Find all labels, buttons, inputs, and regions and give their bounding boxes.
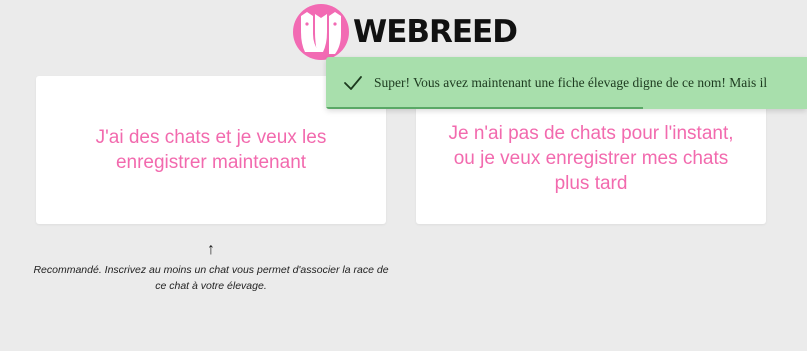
register-cats-later-label: Je n'ai pas de chats pour l'instant, ou … bbox=[448, 122, 734, 194]
recommendation-note: Recommandé. Inscrivez au moins un chat v… bbox=[33, 264, 389, 292]
arrow-up-icon: ↑ bbox=[207, 241, 215, 258]
toast-message: Super! Vous avez maintenant une fiche él… bbox=[374, 75, 768, 90]
logo[interactable]: WEBREED bbox=[293, 4, 518, 60]
logo-text: WEBREED bbox=[353, 14, 518, 50]
success-toast[interactable]: Super! Vous avez maintenant une fiche él… bbox=[326, 57, 807, 109]
page: WEBREED J'ai des chats et je veux les en… bbox=[0, 0, 807, 351]
check-icon bbox=[344, 76, 362, 90]
toast-progress-bar bbox=[326, 107, 644, 109]
cat-dog-icon bbox=[293, 4, 349, 60]
register-cats-now-label: J'ai des chats et je veux les enregistre… bbox=[95, 127, 327, 173]
